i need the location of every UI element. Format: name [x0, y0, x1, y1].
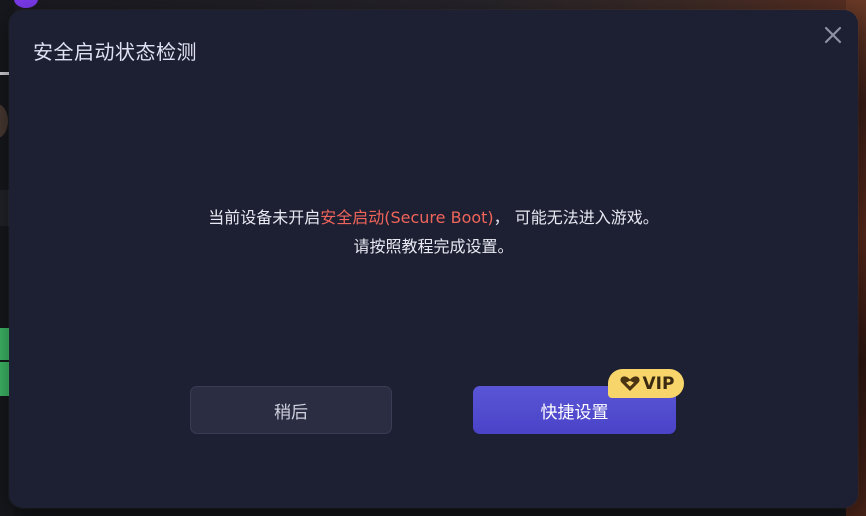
- message-line-2: 请按照教程完成设置。: [353, 237, 514, 256]
- secure-boot-dialog: 安全启动状态检测 当前设备未开启安全启动(Secure Boot)， 可能无法进…: [9, 10, 858, 508]
- later-button-label: 稍后: [274, 402, 308, 423]
- dialog-title: 安全启动状态检测: [33, 40, 197, 64]
- close-icon: [824, 26, 842, 44]
- message-text: ， 可能无法进入游戏。: [493, 208, 659, 227]
- diamond-heart-icon: [619, 375, 640, 391]
- close-button[interactable]: [822, 24, 844, 46]
- background-avatar: [0, 104, 8, 138]
- vip-badge-label: VIP: [642, 373, 675, 394]
- secure-boot-highlight: 安全启动(Secure Boot): [320, 208, 494, 227]
- quick-setup-button-label: 快捷设置: [540, 402, 609, 423]
- vip-badge: VIP: [608, 369, 684, 398]
- message-line-1: 当前设备未开启安全启动(Secure Boot)， 可能无法进入游戏。: [9, 203, 858, 232]
- later-button[interactable]: 稍后: [190, 386, 392, 434]
- message-text: 当前设备未开启: [208, 208, 321, 227]
- dialog-message: 当前设备未开启安全启动(Secure Boot)， 可能无法进入游戏。 请按照教…: [9, 203, 858, 261]
